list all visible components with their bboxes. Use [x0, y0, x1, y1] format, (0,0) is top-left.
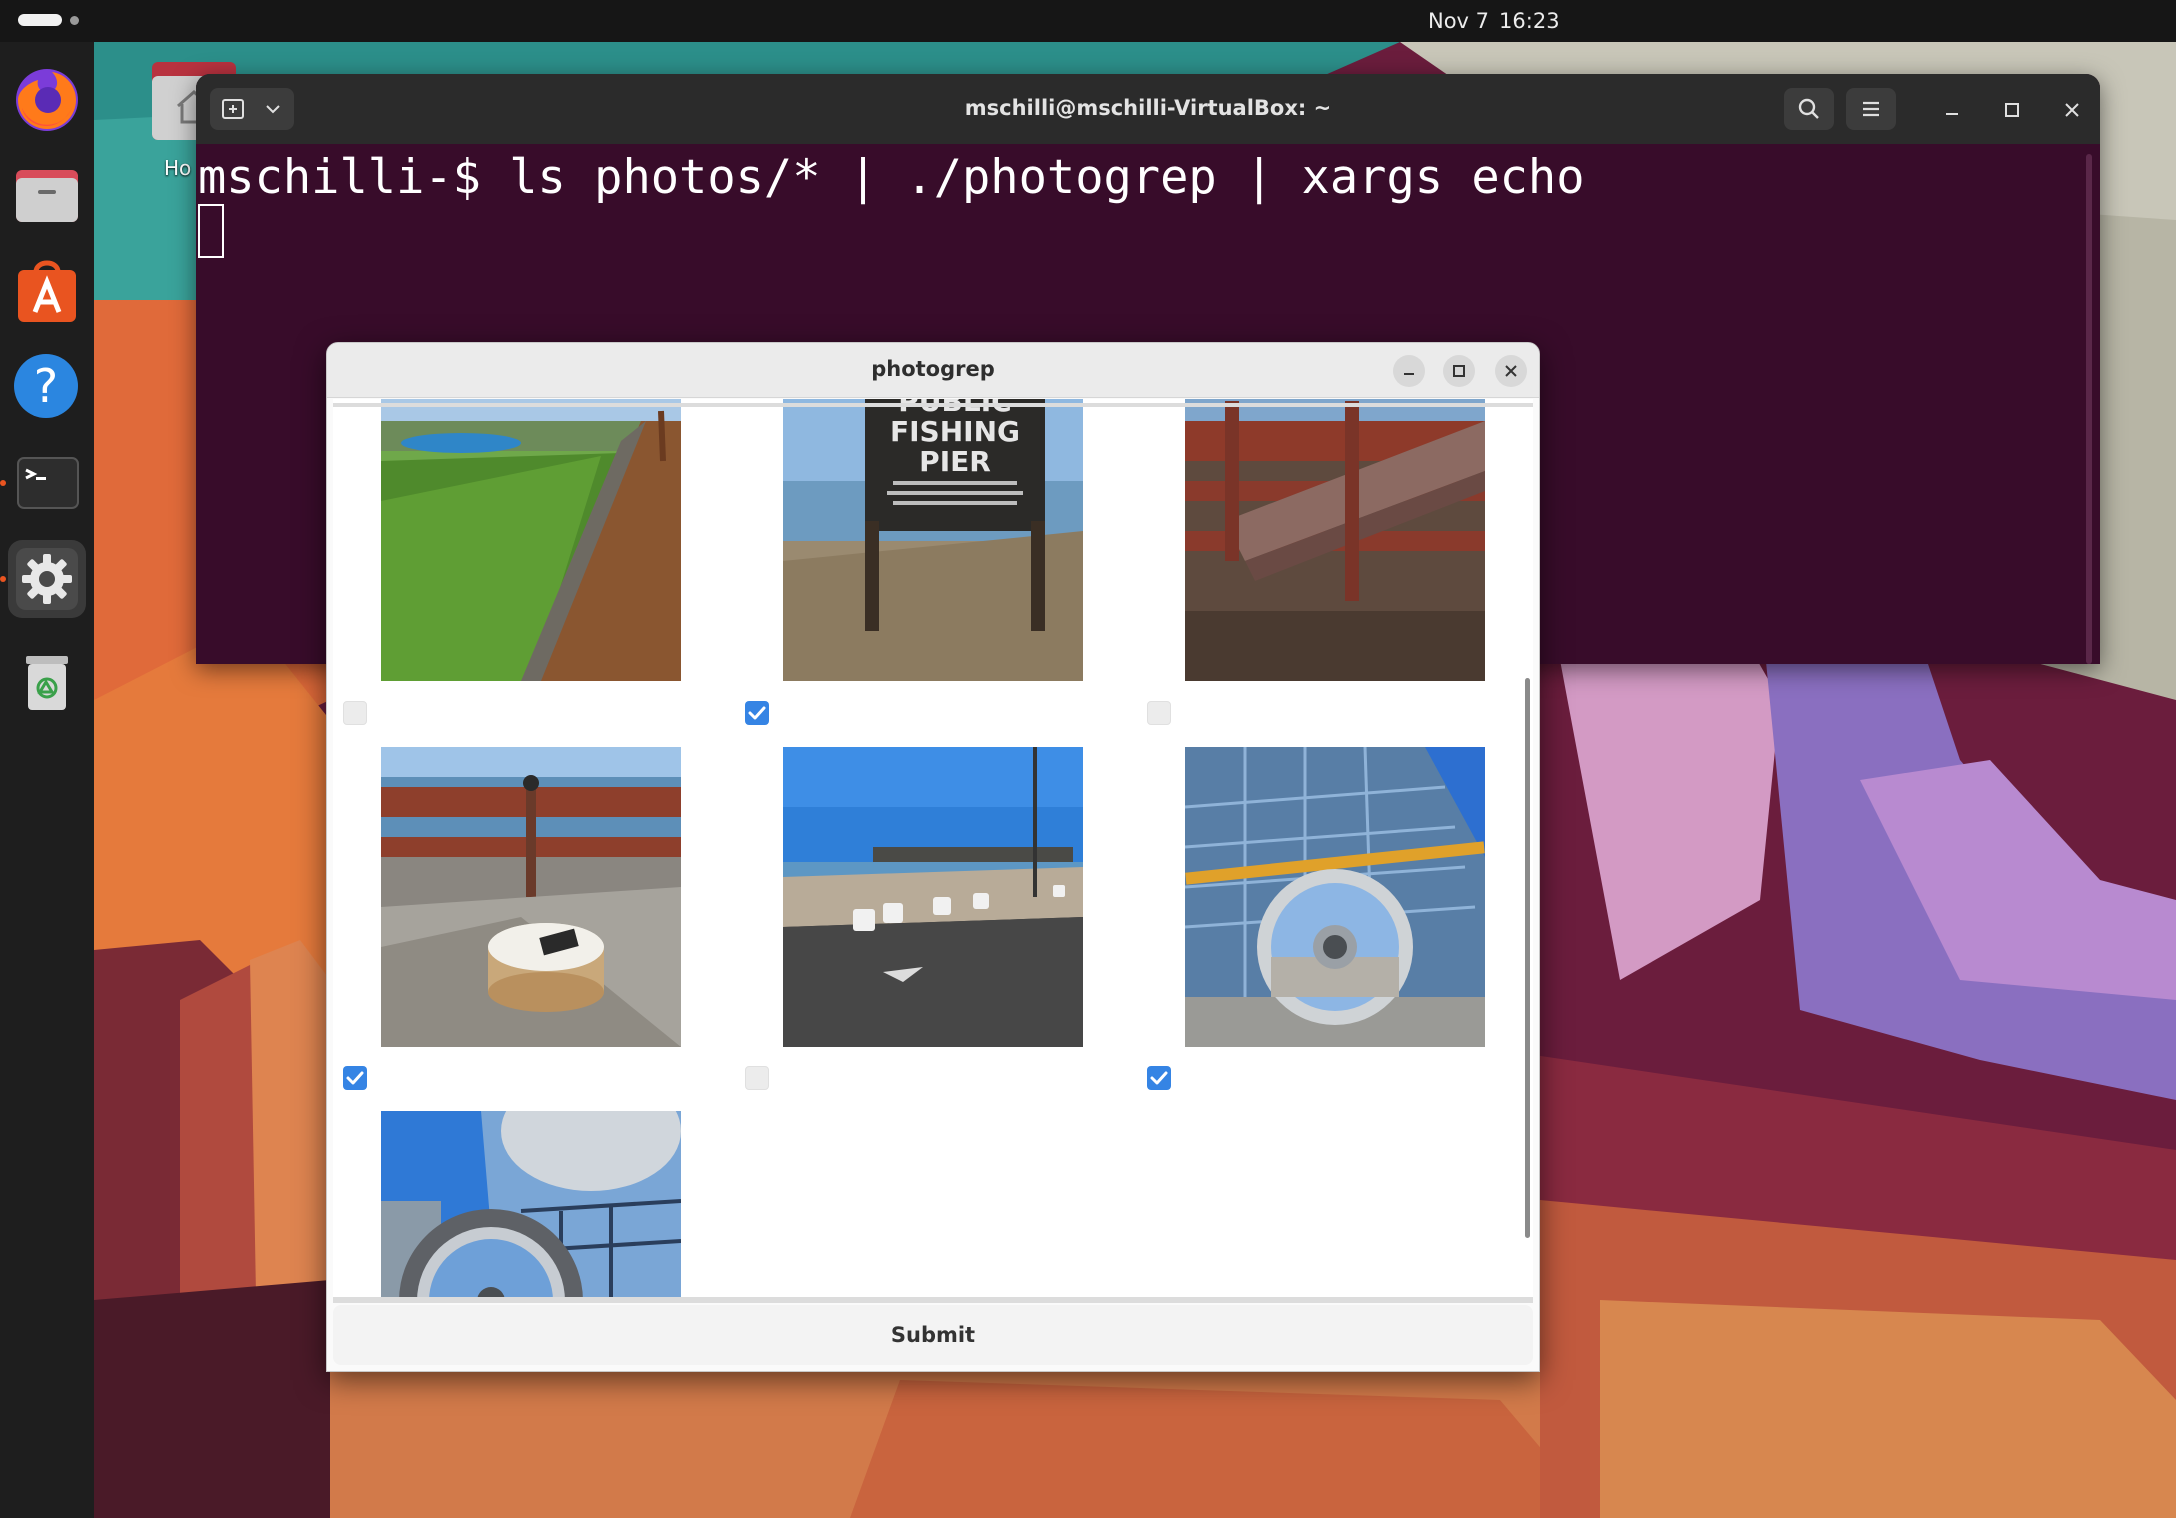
close-icon [2065, 103, 2079, 117]
photo-thumbnail[interactable] [1185, 747, 1485, 1047]
app-center-icon [18, 260, 76, 322]
terminal-command-line: mschilli-$ ls photos/* | ./photogrep | x… [198, 150, 1585, 205]
submit-button[interactable]: Submit [333, 1305, 1533, 1365]
photo-fishing-pier-sign: PUBLIC FISHING PIER [783, 399, 1083, 681]
clock-date: Nov 7 [1428, 9, 1490, 33]
workspace-dot[interactable] [70, 16, 79, 25]
dock-terminal[interactable] [8, 444, 86, 522]
desktop-home-label[interactable]: Ho [164, 156, 191, 180]
photogrep-minimize-button[interactable] [1393, 355, 1425, 387]
photo-grid-scrollbar[interactable] [1525, 678, 1530, 1238]
photo-select-checkbox-4[interactable] [343, 1066, 367, 1090]
photo-grid-top-edge [333, 403, 1533, 407]
sign-line-3: PIER [919, 445, 991, 478]
svg-text:?: ? [34, 359, 58, 413]
photo-thumbnail[interactable] [783, 747, 1083, 1047]
dock-settings[interactable] [8, 540, 86, 618]
terminal-cursor [198, 204, 224, 258]
sign-line-2: FISHING [890, 415, 1020, 448]
maximize-icon [2005, 103, 2019, 117]
photogrep-title: photogrep [871, 357, 995, 381]
terminal-maximize-button[interactable] [1998, 96, 2026, 124]
terminal-header-bar: mschilli@mschilli-VirtualBox: ~ [196, 74, 2100, 144]
terminal-scrollbar[interactable] [2086, 154, 2092, 664]
photo-thumbnail[interactable] [381, 399, 681, 681]
dock: ? [0, 42, 94, 1518]
checkmark-icon [748, 706, 766, 720]
photo-thumbnail[interactable] [1185, 399, 1485, 681]
photo-select-checkbox-2[interactable] [745, 701, 769, 725]
dock-firefox[interactable] [8, 60, 86, 138]
photo-grass-boardwalk [381, 399, 681, 681]
photo-select-checkbox-1[interactable] [343, 701, 367, 725]
photo-arena-mirror [1185, 747, 1485, 1047]
photogrep-window[interactable]: photogrep PUBLIC FISHING PIER Submit [326, 342, 1540, 1372]
trash-icon [26, 656, 68, 710]
dock-files[interactable] [8, 156, 86, 234]
search-icon [1798, 98, 1819, 119]
terminal-minimize-button[interactable] [1938, 96, 1966, 124]
photo-bait-container [381, 747, 681, 1047]
maximize-icon [1453, 365, 1465, 377]
terminal-menu-button[interactable] [1846, 88, 1896, 130]
terminal-close-button[interactable] [2058, 96, 2086, 124]
clock[interactable]: Nov 7 16:23 [1428, 9, 1570, 33]
dock-app-center[interactable] [8, 252, 86, 330]
top-bar: Nov 7 16:23 [0, 0, 2176, 42]
minimize-icon [1404, 373, 1414, 375]
terminal-search-button[interactable] [1784, 88, 1834, 130]
photo-grid[interactable]: PUBLIC FISHING PIER [333, 399, 1533, 1303]
activities-indicator[interactable] [18, 14, 62, 26]
photo-select-checkbox-5[interactable] [745, 1066, 769, 1090]
settings-running-indicator [0, 576, 6, 582]
dock-help[interactable]: ? [8, 348, 86, 426]
checkmark-icon [346, 1071, 364, 1085]
dock-trash[interactable] [8, 642, 86, 720]
photogrep-maximize-button[interactable] [1443, 355, 1475, 387]
photo-waterfront-plaza [783, 747, 1083, 1047]
photogrep-close-button[interactable] [1495, 355, 1527, 387]
photo-pier-railing [1185, 399, 1485, 681]
photo-select-checkbox-3[interactable] [1147, 701, 1171, 725]
hamburger-menu-icon [1863, 101, 1879, 117]
help-icon: ? [14, 354, 78, 418]
terminal-running-indicator [0, 480, 6, 486]
close-icon [1505, 365, 1517, 377]
checkmark-icon [1150, 1071, 1168, 1085]
files-icon [16, 170, 78, 222]
firefox-icon [16, 69, 78, 131]
photogrep-header-bar: photogrep [327, 343, 1539, 398]
terminal-icon [17, 457, 79, 509]
settings-icon [16, 548, 78, 610]
photo-select-checkbox-6[interactable] [1147, 1066, 1171, 1090]
photo-thumbnail[interactable] [381, 1111, 681, 1303]
photo-grid-bottom-edge [333, 1297, 1533, 1303]
minimize-icon [1946, 113, 1958, 115]
photo-thumbnail[interactable] [381, 747, 681, 1047]
photo-ring-sculpture [381, 1111, 681, 1303]
clock-time: 16:23 [1499, 9, 1560, 33]
photo-thumbnail[interactable]: PUBLIC FISHING PIER [783, 399, 1083, 681]
